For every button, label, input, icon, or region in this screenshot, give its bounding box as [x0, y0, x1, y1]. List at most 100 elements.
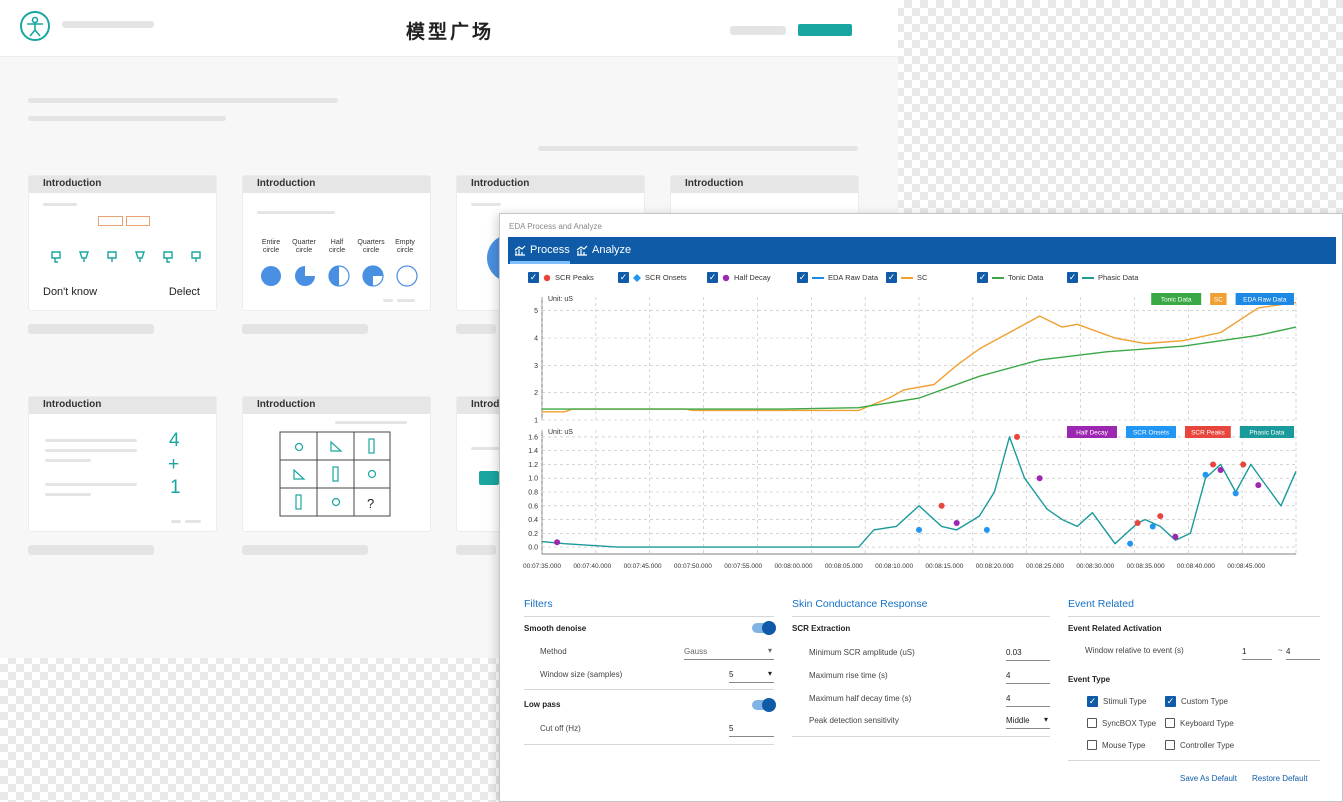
max-half-decay-input[interactable]: 4 — [1006, 694, 1050, 707]
question-mark: ? — [367, 496, 375, 511]
delect-label: Delect — [168, 286, 200, 298]
cutoff-label: Cut off (Hz) — [540, 724, 581, 733]
event-type-label: Mouse Type — [1102, 740, 1146, 750]
y-tick-label: 1.6 — [528, 434, 538, 441]
event-type-stimuli[interactable]: ✓ Stimuli Type — [1087, 696, 1146, 707]
x-tick-label: 00:07:50.000 — [674, 563, 712, 570]
checkbox-unchecked-icon[interactable] — [1087, 718, 1097, 728]
unit-label: Unit: uS — [548, 429, 573, 436]
event-type-custom[interactable]: ✓ Custom Type — [1165, 696, 1228, 707]
checkbox-unchecked-icon[interactable] — [1165, 740, 1175, 750]
eda-charts[interactable]: 5 4 3 2 1 Unit: uS EDA Raw Data SC Tonic Data 1.6… — [500, 214, 1343, 584]
primary-button[interactable] — [798, 24, 852, 36]
placeholder-bar — [45, 483, 137, 486]
model-card[interactable]: Introduction Don't know Delect — [28, 175, 217, 311]
y-tick-label: 2 — [534, 390, 538, 397]
card-header: Introduction — [457, 176, 644, 193]
event-type-controller[interactable]: Controller Type — [1165, 740, 1234, 750]
card-header: Introduction — [29, 176, 216, 193]
method-label: Method — [540, 647, 567, 656]
window-size-select[interactable]: 5 ▾ — [729, 669, 774, 683]
x-tick-label: 00:07:35.000 — [523, 563, 561, 570]
model-card[interactable]: Introduction Entire circle Quarter circl… — [242, 175, 431, 311]
save-as-default-button[interactable]: Save As Default — [1180, 774, 1237, 783]
entire-circle-icon — [261, 266, 281, 286]
placeholder-bar — [28, 545, 154, 555]
cutoff-input[interactable]: 5 — [729, 724, 774, 737]
method-value: Gauss — [684, 647, 708, 656]
event-type-keyboard[interactable]: Keyboard Type — [1165, 718, 1234, 728]
method-select[interactable]: Gauss ▾ — [684, 646, 774, 660]
peak-sensitivity-select[interactable]: Middle ▾ — [1006, 715, 1050, 729]
event-type-syncbox[interactable]: SyncBOX Type — [1087, 718, 1156, 728]
smooth-denoise-toggle[interactable] — [752, 621, 776, 635]
checkbox-checked-icon[interactable]: ✓ — [1165, 696, 1176, 707]
cup-icon — [51, 251, 61, 263]
low-pass-toggle[interactable] — [752, 698, 776, 712]
circle-label: Half circle — [328, 239, 346, 254]
event-title: Event Related — [1068, 598, 1134, 610]
x-tick-label: 00:08:40.000 — [1177, 563, 1215, 570]
placeholder-bar — [471, 447, 501, 450]
placeholder-bar — [383, 299, 393, 302]
data-point — [1134, 520, 1141, 526]
y-tick-label: 1.0 — [528, 476, 538, 483]
data-point — [953, 520, 960, 526]
event-type-mouse[interactable]: Mouse Type — [1087, 740, 1145, 750]
data-point — [1172, 533, 1179, 540]
y-tick-label: 1.2 — [528, 462, 538, 469]
circle-label: Entire circle — [261, 239, 281, 254]
checkbox-unchecked-icon[interactable] — [1165, 718, 1175, 728]
eda-window: EDA Process and Analyze Process Analyze … — [499, 213, 1343, 802]
event-window-from-input[interactable]: 1 — [1242, 647, 1272, 660]
shape-grid — [279, 431, 391, 517]
data-point — [1157, 513, 1164, 520]
filters-title: Filters — [524, 598, 553, 610]
restore-default-button[interactable]: Restore Default — [1252, 774, 1308, 783]
min-amplitude-input[interactable]: 0.03 — [1006, 648, 1050, 661]
smooth-denoise-label: Smooth denoise — [524, 624, 587, 633]
legend-badge-label: Phasic Data — [1249, 430, 1284, 437]
window-size-value: 5 — [729, 670, 734, 679]
circle-icons — [261, 265, 418, 287]
legend-badge-label: EDA Raw Data — [1243, 297, 1287, 304]
checkbox-checked-icon[interactable]: ✓ — [1087, 696, 1098, 707]
checkbox-unchecked-icon[interactable] — [1087, 740, 1097, 750]
data-point — [1232, 490, 1239, 497]
y-tick-label: 0.2 — [528, 531, 538, 538]
x-tick-label: 00:08:30.000 — [1076, 563, 1114, 570]
event-type-label: Keyboard Type — [1180, 718, 1234, 728]
model-card[interactable]: Introduction ? — [242, 396, 431, 532]
max-rise-input[interactable]: 4 — [1006, 671, 1050, 684]
x-tick-label: 00:08:25.000 — [1026, 563, 1064, 570]
placeholder-button[interactable] — [730, 26, 786, 35]
peak-sensitivity-label: Peak detection sensitivity — [809, 716, 899, 725]
model-card[interactable]: Introduction 4 + 1 — [28, 396, 217, 532]
x-tick-label: 00:08:20.000 — [976, 563, 1014, 570]
placeholder-bar — [43, 203, 77, 206]
chevron-down-icon: ▾ — [767, 646, 772, 655]
data-point — [554, 539, 561, 546]
teal-button[interactable] — [479, 471, 499, 485]
placeholder-bar — [28, 324, 154, 334]
chevron-down-icon: ▾ — [767, 669, 772, 678]
data-point — [916, 526, 922, 533]
max-half-decay-label: Maximum half decay time (s) — [809, 694, 912, 703]
placeholder-bar — [28, 116, 226, 121]
y-tick-label: 0.4 — [528, 517, 538, 524]
dont-know-label: Don't know — [43, 286, 98, 298]
legend-badge-label: Half Decay — [1076, 430, 1109, 437]
placeholder-bar — [471, 203, 501, 206]
x-tick-label: 00:07:40.000 — [573, 563, 611, 570]
cup-icon — [135, 251, 145, 262]
chevron-down-icon: ▾ — [1043, 715, 1048, 724]
data-point — [938, 502, 945, 509]
event-window-to-input[interactable]: 4 — [1286, 647, 1320, 660]
placeholder-bar — [185, 520, 201, 523]
y-tick-label: 0.0 — [528, 545, 538, 552]
placeholder-bar — [62, 21, 154, 28]
card-header: Introduction — [243, 176, 430, 193]
divider — [1068, 616, 1320, 617]
divider — [524, 744, 774, 745]
y-tick-label: 0.6 — [528, 503, 538, 510]
